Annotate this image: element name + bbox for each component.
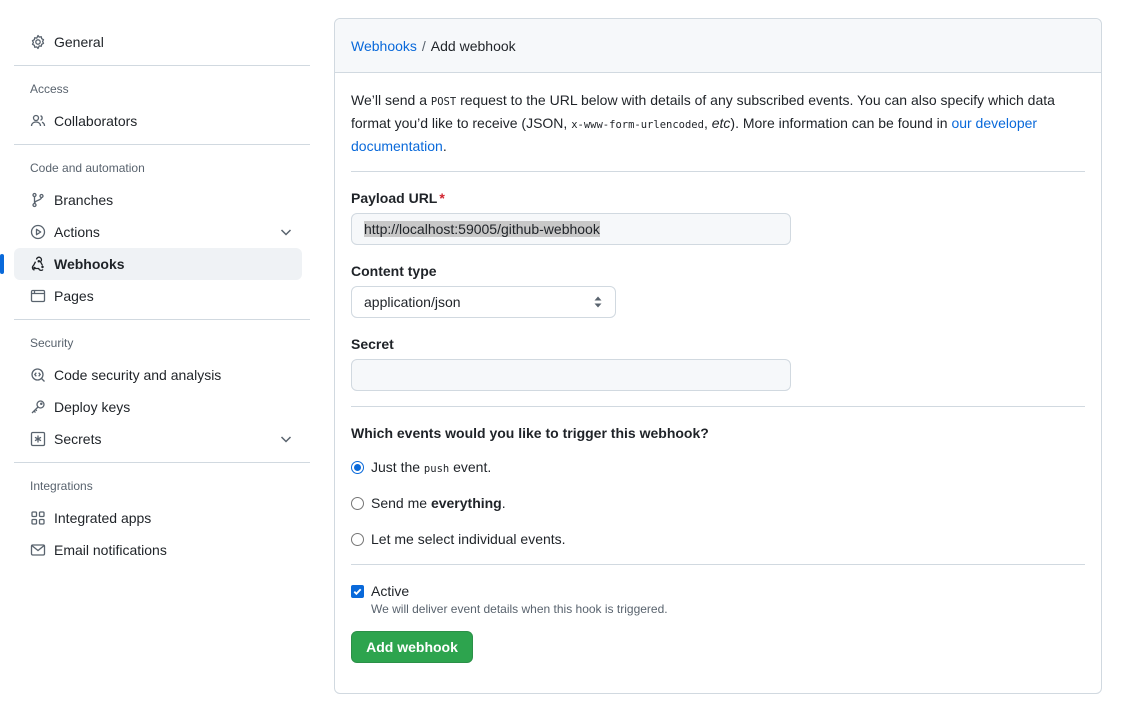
urlencoded-code: x-www-form-urlencoded bbox=[571, 119, 704, 131]
play-icon bbox=[30, 224, 46, 240]
radio-button[interactable] bbox=[351, 496, 364, 510]
sidebar-group-heading: Access bbox=[30, 82, 69, 96]
sidebar-item-branches[interactable]: Branches bbox=[14, 184, 302, 216]
active-note: We will deliver event details when this … bbox=[371, 602, 668, 616]
sidebar-item-email-notifications[interactable]: Email notifications bbox=[14, 534, 302, 566]
active-checkbox-row[interactable]: Active bbox=[351, 581, 1085, 601]
key-icon bbox=[30, 399, 46, 415]
settings-sidebar: General Access Collaborators Code and au… bbox=[0, 26, 310, 566]
sidebar-divider bbox=[14, 144, 310, 145]
codescan-icon bbox=[30, 367, 46, 383]
sidebar-item-label: Integrated apps bbox=[54, 510, 152, 526]
git-branch-icon bbox=[30, 192, 46, 208]
sidebar-item-label: Branches bbox=[54, 192, 114, 208]
gear-icon bbox=[30, 34, 46, 50]
sidebar-item-webhooks[interactable]: Webhooks bbox=[0, 248, 302, 280]
sidebar-group-heading: Code and automation bbox=[30, 161, 145, 175]
sidebar-group-heading: Integrations bbox=[30, 479, 93, 493]
radio-button[interactable] bbox=[351, 532, 364, 546]
sidebar-item-deploy-keys[interactable]: Deploy keys bbox=[14, 391, 302, 423]
sidebar-divider bbox=[14, 319, 310, 320]
sidebar-item-label: Secrets bbox=[54, 431, 102, 447]
people-icon bbox=[30, 113, 46, 129]
secret-label: Secret bbox=[351, 336, 394, 352]
radio-button[interactable] bbox=[351, 460, 364, 474]
sidebar-item-general[interactable]: General bbox=[14, 26, 302, 58]
breadcrumb-separator: / bbox=[421, 37, 426, 54]
asterisk-icon bbox=[30, 431, 46, 447]
radio-label: Just the push event. bbox=[371, 459, 492, 475]
chevron-down-icon[interactable] bbox=[278, 431, 294, 447]
sidebar-item-label: Code security and analysis bbox=[54, 367, 222, 383]
intro-text: We’ll send a POST request to the URL bel… bbox=[351, 92, 1055, 154]
radio-everything[interactable]: Send me everything. bbox=[351, 493, 1085, 513]
sidebar-item-collaborators[interactable]: Collaborators bbox=[14, 105, 302, 137]
radio-label: Send me everything. bbox=[371, 495, 506, 511]
sidebar-item-code-security[interactable]: Code security and analysis bbox=[14, 359, 302, 391]
active-label: Active bbox=[371, 583, 410, 599]
add-webhook-panel: Webhooks / Add webhook We’ll send a POST… bbox=[334, 18, 1102, 694]
radio-individual-events[interactable]: Let me select individual events. bbox=[351, 529, 1085, 549]
required-marker: * bbox=[439, 190, 445, 206]
section-divider bbox=[351, 171, 1085, 172]
sidebar-item-secrets[interactable]: Secrets bbox=[14, 423, 302, 455]
payload-url-input[interactable]: http://localhost:59005/github-webhook bbox=[351, 213, 791, 245]
sidebar-item-label: Collaborators bbox=[54, 113, 138, 129]
sidebar-divider bbox=[14, 462, 310, 463]
breadcrumb: Webhooks / Add webhook bbox=[335, 19, 1101, 73]
mail-icon bbox=[30, 542, 46, 558]
sidebar-group-heading: Security bbox=[30, 336, 74, 350]
select-arrows-icon bbox=[593, 295, 603, 309]
apps-icon bbox=[30, 510, 46, 526]
section-divider bbox=[351, 564, 1085, 565]
post-code: POST bbox=[430, 96, 457, 108]
content-type-select[interactable]: application/json bbox=[351, 286, 616, 318]
sidebar-item-label: General bbox=[54, 34, 104, 50]
sidebar-divider bbox=[14, 65, 310, 66]
add-webhook-button[interactable]: Add webhook bbox=[351, 631, 473, 663]
sidebar-item-label: Deploy keys bbox=[54, 399, 131, 415]
sidebar-item-integrated-apps[interactable]: Integrated apps bbox=[14, 502, 302, 534]
browser-icon bbox=[30, 288, 46, 304]
active-checkbox[interactable] bbox=[351, 584, 364, 598]
payload-url-label: Payload URL * bbox=[351, 190, 445, 206]
sidebar-item-label: Email notifications bbox=[54, 542, 167, 558]
sidebar-item-label: Webhooks bbox=[54, 256, 125, 272]
sidebar-item-label: Actions bbox=[54, 224, 100, 240]
sidebar-item-actions[interactable]: Actions bbox=[14, 216, 302, 248]
content-type-label: Content type bbox=[351, 263, 437, 279]
sidebar-item-pages[interactable]: Pages bbox=[14, 280, 302, 312]
breadcrumb-webhooks-link[interactable]: Webhooks bbox=[351, 38, 417, 54]
webhook-icon bbox=[30, 256, 46, 272]
radio-push-event[interactable]: Just the push event. bbox=[351, 457, 1085, 477]
events-question: Which events would you like to trigger t… bbox=[351, 425, 709, 441]
section-divider bbox=[351, 406, 1085, 407]
sidebar-item-label: Pages bbox=[54, 288, 94, 304]
secret-input[interactable] bbox=[351, 359, 791, 391]
chevron-down-icon[interactable] bbox=[278, 224, 294, 240]
radio-label: Let me select individual events. bbox=[371, 531, 566, 547]
page-title: Add webhook bbox=[430, 37, 516, 54]
